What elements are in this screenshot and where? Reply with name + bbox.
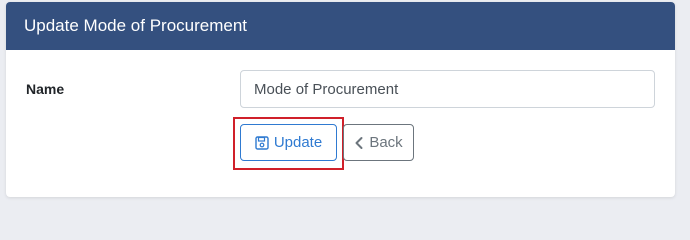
floppy-disk-icon: [255, 135, 269, 150]
page-title: Update Mode of Procurement: [24, 16, 248, 35]
back-button-label: Back: [369, 134, 403, 151]
update-button[interactable]: Update: [240, 124, 337, 161]
update-card: Update Mode of Procurement Name Update B…: [6, 2, 675, 197]
update-button-label: Update: [273, 134, 323, 151]
name-label: Name: [26, 81, 65, 97]
name-input[interactable]: [240, 70, 655, 108]
card-header: Update Mode of Procurement: [6, 2, 675, 50]
back-button[interactable]: Back: [343, 124, 414, 161]
chevron-left-icon: [354, 136, 364, 150]
name-form-row: Name: [6, 70, 675, 108]
